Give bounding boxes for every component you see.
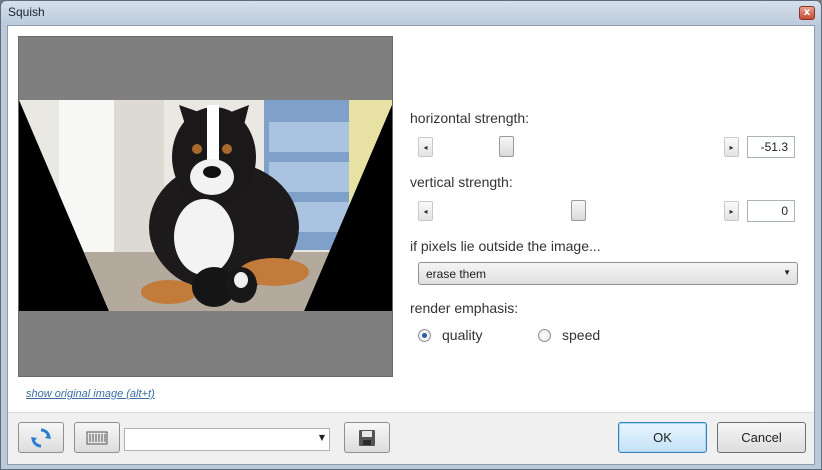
dice-icon	[86, 431, 108, 444]
left-arrow-icon: ◂	[423, 142, 428, 152]
horizontal-track[interactable]	[433, 146, 723, 148]
speed-radio-option[interactable]: speed	[538, 326, 600, 344]
speed-radio-label[interactable]: speed	[562, 327, 600, 343]
squished-image	[19, 37, 392, 376]
randomize-button[interactable]	[74, 422, 120, 453]
horizontal-decrease-button[interactable]: ◂	[418, 137, 433, 157]
vertical-strength-value[interactable]: 0	[747, 200, 795, 222]
reset-button[interactable]	[18, 422, 64, 453]
preset-combo[interactable]: ▼	[124, 428, 330, 451]
horizontal-strength-slider[interactable]: ◂ ▸ -51.3	[418, 136, 798, 158]
horizontal-slider-thumb[interactable]	[499, 136, 514, 157]
vertical-strength-label: vertical strength:	[410, 174, 513, 190]
refresh-icon	[31, 428, 51, 447]
ok-button[interactable]: OK	[618, 422, 707, 453]
horizontal-strength-value[interactable]: -51.3	[747, 136, 795, 158]
close-button[interactable]: x	[799, 6, 815, 20]
vertical-strength-slider[interactable]: ◂ ▸ 0	[418, 200, 798, 222]
speed-radio[interactable]	[538, 328, 551, 342]
save-preset-icon	[359, 429, 375, 446]
close-icon: x	[803, 7, 811, 18]
bottom-toolbar: ▼ OK Cancel	[8, 412, 814, 464]
quality-radio[interactable]	[418, 328, 431, 342]
right-arrow-icon: ▸	[729, 206, 734, 216]
vertical-increase-button[interactable]: ▸	[724, 201, 739, 221]
squish-dialog: Squish x show original image (alt+t) hor…	[0, 0, 822, 470]
cancel-button[interactable]: Cancel	[717, 422, 806, 453]
outside-pixels-dropdown[interactable]: erase them ▼	[418, 262, 798, 285]
show-original-image-link[interactable]: show original image (alt+t)	[26, 388, 155, 400]
horizontal-increase-button[interactable]: ▸	[724, 137, 739, 157]
image-preview	[18, 36, 393, 377]
vertical-decrease-button[interactable]: ◂	[418, 201, 433, 221]
vertical-slider-thumb[interactable]	[570, 200, 586, 221]
outside-pixels-selected: erase them	[426, 267, 487, 281]
quality-radio-label[interactable]: quality	[442, 327, 482, 343]
dialog-client-area: show original image (alt+t) horizontal s…	[7, 25, 815, 465]
right-arrow-icon: ▸	[729, 142, 734, 152]
outside-pixels-label: if pixels lie outside the image...	[410, 238, 601, 254]
quality-radio-option[interactable]: quality	[418, 326, 482, 344]
left-arrow-icon: ◂	[423, 206, 428, 216]
chevron-down-icon: ▼	[318, 433, 325, 442]
chevron-down-icon: ▼	[783, 268, 791, 277]
window-title: Squish	[8, 5, 45, 19]
horizontal-strength-label: horizontal strength:	[410, 110, 530, 126]
save-preset-button[interactable]	[344, 422, 390, 453]
render-emphasis-label: render emphasis:	[410, 300, 519, 316]
title-bar[interactable]: Squish x	[1, 1, 821, 25]
